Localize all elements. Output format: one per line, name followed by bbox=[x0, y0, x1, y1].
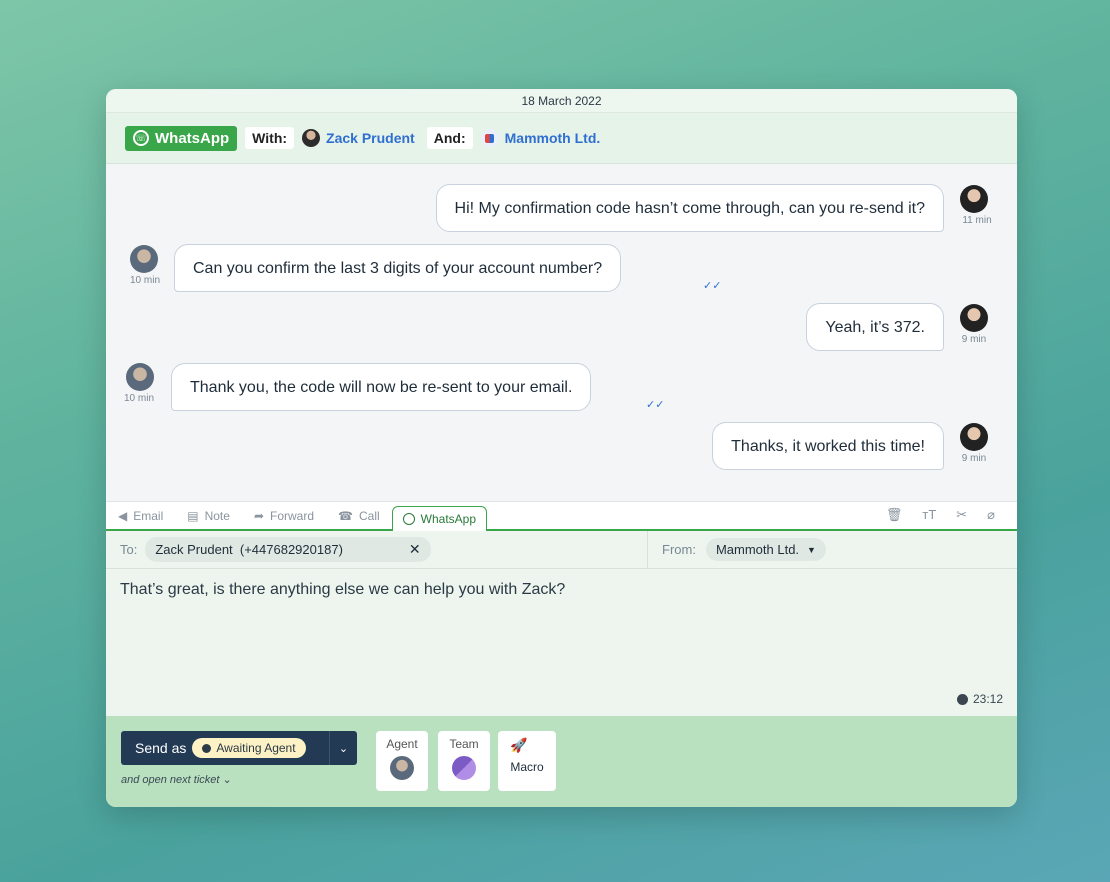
from-label: From: bbox=[662, 542, 696, 557]
message-text: Can you confirm the last 3 digits of you… bbox=[174, 244, 622, 292]
clock-icon bbox=[202, 743, 212, 753]
recipient-row: To: Zack Prudent (+447682920187) ✕ From:… bbox=[106, 531, 1017, 569]
contact-avatar bbox=[302, 129, 321, 147]
to-field: To: Zack Prudent (+447682920187) ✕ bbox=[106, 531, 648, 568]
message-time: 9 min bbox=[961, 334, 987, 345]
company-link[interactable]: Mammoth Ltd. bbox=[480, 129, 601, 147]
trash-icon[interactable]: 🗑 bbox=[886, 507, 903, 523]
text-format-icon[interactable]: ᴛT bbox=[922, 507, 936, 523]
contact-name: Zack Prudent bbox=[326, 130, 415, 146]
compose-time: 23:12 bbox=[956, 692, 1003, 706]
ticket-window: 18 March 2022 ☏ WhatsApp With: Zack Prud… bbox=[106, 89, 1017, 807]
note-icon: ▤ bbox=[187, 509, 199, 523]
tab-forward[interactable]: ➦ Forward bbox=[242, 509, 326, 529]
message-text: Thanks, it worked this time! bbox=[712, 422, 944, 470]
to-label: To: bbox=[120, 542, 138, 557]
phone-icon: ☎ bbox=[338, 509, 353, 523]
with-label: With: bbox=[245, 127, 295, 149]
customer-avatar bbox=[960, 304, 988, 332]
channel-badge: ☏ WhatsApp bbox=[125, 125, 238, 151]
team-avatar bbox=[452, 756, 476, 780]
tab-call[interactable]: ☎ Call bbox=[326, 509, 392, 529]
message-meta-5: 9 min bbox=[960, 423, 988, 464]
message-bubble-1: Hi! My confirmation code hasn’t come thr… bbox=[435, 184, 944, 232]
conversation-date: 18 March 2022 bbox=[106, 89, 1017, 113]
tab-label: Note bbox=[204, 509, 230, 523]
clock-icon bbox=[956, 693, 968, 705]
status-label: Awaiting Agent bbox=[216, 741, 296, 755]
contact-link[interactable]: Zack Prudent bbox=[302, 129, 415, 147]
from-select[interactable]: Mammoth Ltd. ▼ bbox=[705, 538, 826, 561]
agent-avatar bbox=[126, 363, 154, 391]
customer-avatar bbox=[960, 185, 988, 213]
assign-agent-button[interactable]: Agent bbox=[376, 731, 428, 791]
compose-time-value: 23:12 bbox=[972, 692, 1003, 706]
team-label: Team bbox=[449, 737, 479, 751]
message-bubble-5: Thanks, it worked this time! bbox=[712, 422, 944, 470]
whatsapp-icon: ☏ bbox=[133, 130, 149, 146]
and-label: And: bbox=[426, 127, 473, 149]
tab-label: Forward bbox=[270, 509, 315, 523]
macro-button[interactable]: 🚀 Macro bbox=[498, 731, 556, 791]
message-thread[interactable]: Hi! My confirmation code hasn’t come thr… bbox=[106, 165, 1017, 501]
send-label: Send as bbox=[135, 740, 187, 756]
read-receipt-icon: ✓✓ bbox=[646, 399, 665, 411]
recipient-chip[interactable]: Zack Prudent (+447682920187) ✕ bbox=[145, 537, 431, 562]
message-meta-3: 9 min bbox=[960, 304, 988, 345]
message-time: 10 min bbox=[130, 275, 161, 286]
customer-avatar bbox=[960, 423, 988, 451]
message-meta-4: 10 min bbox=[124, 363, 154, 404]
agent-avatar bbox=[390, 756, 414, 780]
compose-toolbar: 🗑 ᴛT ✂ ⌀ bbox=[886, 507, 1017, 529]
status-badge: Awaiting Agent bbox=[192, 738, 306, 758]
send-as-button[interactable]: Send as Awaiting Agent ⌄ bbox=[121, 731, 357, 765]
attachment-icon[interactable]: ⌀ bbox=[987, 507, 995, 523]
message-time: 10 min bbox=[124, 393, 155, 404]
message-bubble-2: Can you confirm the last 3 digits of you… bbox=[174, 244, 622, 292]
action-footer: Send as Awaiting Agent ⌄ and open next t… bbox=[106, 716, 1017, 807]
message-bubble-3: Yeah, it’s 372. bbox=[806, 303, 944, 351]
tab-label: WhatsApp bbox=[420, 512, 477, 526]
read-receipt-icon: ✓✓ bbox=[703, 280, 722, 292]
message-text: Yeah, it’s 372. bbox=[806, 303, 944, 351]
agent-avatar bbox=[130, 245, 158, 273]
message-meta-2: 10 min bbox=[130, 245, 160, 286]
whatsapp-icon bbox=[402, 513, 415, 525]
message-time: 11 min bbox=[962, 215, 992, 226]
message-text: Hi! My confirmation code hasn’t come thr… bbox=[435, 184, 944, 232]
close-icon[interactable]: ✕ bbox=[409, 541, 421, 558]
chevron-down-icon: ⌄ bbox=[222, 774, 232, 786]
message-bubble-4: Thank you, the code will now be re-sent … bbox=[171, 363, 592, 411]
conversation-header: ☏ WhatsApp With: Zack Prudent And: Mammo… bbox=[106, 113, 1017, 164]
scissors-icon[interactable]: ✂ bbox=[956, 507, 967, 523]
chevron-down-icon[interactable]: ⌄ bbox=[329, 731, 357, 765]
compose-area: To: Zack Prudent (+447682920187) ✕ From:… bbox=[106, 531, 1017, 716]
rocket-icon: 🚀 bbox=[510, 737, 528, 753]
tab-whatsapp[interactable]: WhatsApp bbox=[391, 506, 488, 531]
macro-label: Macro bbox=[510, 760, 544, 774]
tab-email[interactable]: ◀ Email bbox=[106, 509, 175, 529]
company-name: Mammoth Ltd. bbox=[504, 130, 601, 146]
message-time: 9 min bbox=[961, 453, 987, 464]
message-meta-1: 11 min bbox=[960, 185, 992, 226]
tab-note[interactable]: ▤ Note bbox=[175, 509, 242, 529]
caret-down-icon: ▼ bbox=[807, 544, 816, 555]
from-value: Mammoth Ltd. bbox=[715, 542, 800, 557]
from-field: From: Mammoth Ltd. ▼ bbox=[648, 538, 826, 561]
tab-label: Call bbox=[358, 509, 380, 523]
channel-label: WhatsApp bbox=[155, 129, 230, 147]
agent-label: Agent bbox=[386, 737, 418, 751]
assign-team-button[interactable]: Team bbox=[438, 731, 490, 791]
message-input[interactable]: That’s great, is there anything else we … bbox=[106, 569, 1017, 611]
reply-channel-tabs: ◀ Email ▤ Note ➦ Forward ☎ Call WhatsApp… bbox=[106, 501, 1017, 531]
tab-label: Email bbox=[133, 509, 164, 523]
next-ticket-label: and open next ticket bbox=[121, 774, 220, 786]
open-next-ticket-toggle[interactable]: and open next ticket ⌄ bbox=[121, 773, 232, 786]
company-logo-icon bbox=[480, 129, 499, 147]
send-icon: ◀ bbox=[118, 509, 128, 523]
forward-icon: ➦ bbox=[253, 509, 265, 523]
message-text: Thank you, the code will now be re-sent … bbox=[171, 363, 592, 411]
recipient-value: Zack Prudent (+447682920187) bbox=[155, 542, 343, 557]
